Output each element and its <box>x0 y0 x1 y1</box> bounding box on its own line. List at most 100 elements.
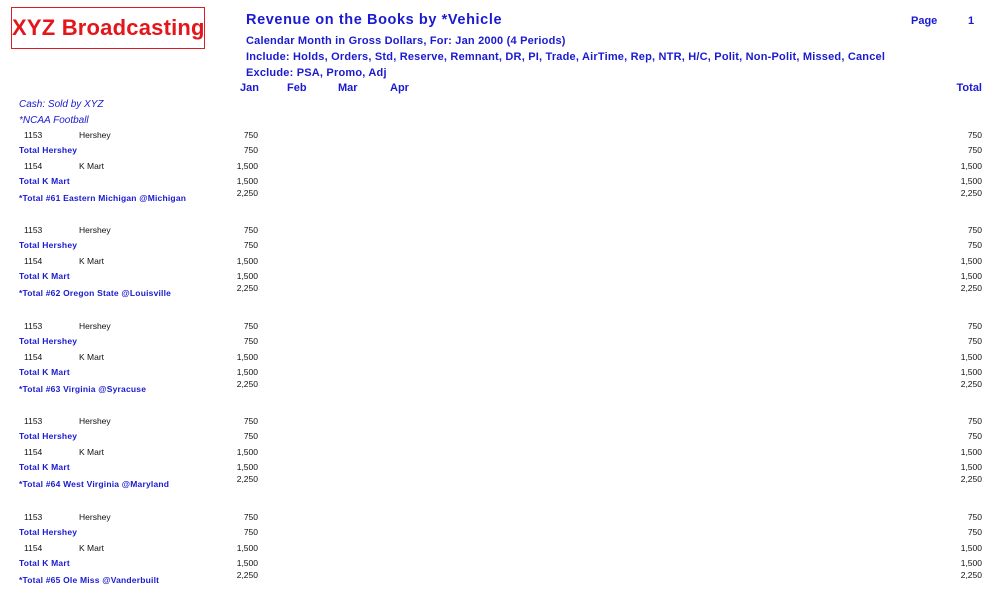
account-number: 1153 <box>24 130 43 140</box>
advertiser-total-row: Total Hershey 750 750 <box>0 431 994 445</box>
total-amount: 750 <box>967 240 982 251</box>
jan-amount: 750 <box>243 416 258 427</box>
advertiser-total-row: Total Hershey 750 750 <box>0 527 994 541</box>
line-item-row: 1154 K Mart 1,500 1,500 <box>0 447 994 461</box>
jan-amount: 750 <box>243 240 258 251</box>
game-total-label: *Total #62 Oregon State @Louisville <box>19 288 172 299</box>
advertiser-name: Hershey <box>79 511 111 522</box>
game-total-row: *Total #61 Eastern Michigan @Michigan 2,2… <box>0 188 994 207</box>
jan-amount: 1,500 <box>236 542 258 553</box>
jan-amount: 2,250 <box>236 188 258 198</box>
jan-amount: 1,500 <box>236 351 258 362</box>
jan-amount: 750 <box>243 145 258 155</box>
sales-category-label: Cash: Sold by XYZ <box>19 99 104 110</box>
company-logo: XYZ Broadcasting <box>11 7 205 49</box>
advertiser-total-row: Total K Mart 1,500 1,500 <box>0 558 994 572</box>
column-header-apr: Apr <box>390 82 409 94</box>
total-amount: 750 <box>967 511 982 522</box>
game-total-label: *Total #64 West Virginia @Maryland <box>19 479 170 490</box>
total-amount: 1,500 <box>960 542 982 553</box>
advertiser-total-label: Total Hershey <box>19 526 78 537</box>
account-number: 1153 <box>24 225 43 236</box>
advertiser-total-row: Total K Mart 1,500 1,500 <box>0 271 994 285</box>
line-item-row: 1153 Hershey 750 750 <box>0 130 994 144</box>
advertiser-total-row: Total K Mart 1,500 1,500 <box>0 462 994 476</box>
total-amount: 2,250 <box>960 283 982 294</box>
advertiser-total-row: Total Hershey 750 750 <box>0 240 994 254</box>
advertiser-total-label: Total Hershey <box>19 240 78 251</box>
line-item-row: 1153 Hershey 750 750 <box>0 321 994 335</box>
total-amount: 1,500 <box>960 271 982 282</box>
jan-amount: 750 <box>243 511 258 522</box>
report-period-line: Calendar Month in Gross Dollars, For: Ja… <box>246 35 566 47</box>
game-total-row: *Total #63 Virginia @Syracuse 2,250 2,250 <box>0 379 994 398</box>
game-total-label: *Total #65 Ole Miss @Vanderbuilt <box>19 574 160 585</box>
jan-amount: 1,500 <box>236 366 258 377</box>
page-label: Page <box>911 15 938 27</box>
jan-amount: 2,250 <box>236 283 258 294</box>
advertiser-name: K Mart <box>79 256 105 267</box>
advertiser-total-row: Total Hershey 750 750 <box>0 145 994 159</box>
account-number: 1154 <box>24 447 43 458</box>
game-total-label: *Total #63 Virginia @Syracuse <box>19 383 147 394</box>
advertiser-total-label: Total K Mart <box>19 462 70 473</box>
advertiser-total-row: Total Hershey 750 750 <box>0 336 994 350</box>
jan-amount: 2,250 <box>236 474 258 485</box>
total-amount: 750 <box>967 320 982 331</box>
total-amount: 1,500 <box>960 351 982 362</box>
advertiser-name: K Mart <box>79 161 105 171</box>
total-amount: 750 <box>967 416 982 427</box>
game-total-row: *Total #65 Ole Miss @Vanderbuilt 2,250 2,2… <box>0 570 994 589</box>
total-amount: 1,500 <box>960 161 982 171</box>
total-amount: 750 <box>967 225 982 236</box>
account-number: 1153 <box>24 320 43 331</box>
total-amount: 750 <box>967 145 982 155</box>
advertiser-name: K Mart <box>79 351 105 362</box>
program-label: *NCAA Football <box>19 115 89 126</box>
jan-amount: 1,500 <box>236 271 258 282</box>
line-item-row: 1153 Hershey 750 750 <box>0 512 994 526</box>
advertiser-name: Hershey <box>79 416 111 427</box>
total-amount: 1,500 <box>960 557 982 568</box>
jan-amount: 1,500 <box>236 176 258 186</box>
total-amount: 2,250 <box>960 188 982 198</box>
jan-amount: 2,250 <box>236 378 258 389</box>
total-amount: 2,250 <box>960 474 982 485</box>
jan-amount: 2,250 <box>236 569 258 580</box>
advertiser-name: Hershey <box>79 225 111 236</box>
jan-amount: 1,500 <box>236 557 258 568</box>
jan-amount: 1,500 <box>236 161 258 171</box>
report-include-line: Include: Holds, Orders, Std, Reserve, Re… <box>246 51 886 63</box>
total-amount: 750 <box>967 335 982 346</box>
jan-amount: 1,500 <box>236 462 258 473</box>
advertiser-total-label: Total Hershey <box>19 145 78 155</box>
advertiser-total-label: Total Hershey <box>19 335 78 346</box>
account-number: 1153 <box>24 511 43 522</box>
advertiser-total-row: Total K Mart 1,500 1,500 <box>0 367 994 381</box>
jan-amount: 1,500 <box>236 256 258 267</box>
jan-amount: 750 <box>243 335 258 346</box>
account-number: 1154 <box>24 161 43 171</box>
total-amount: 1,500 <box>960 447 982 458</box>
total-amount: 1,500 <box>960 366 982 377</box>
jan-amount: 750 <box>243 431 258 442</box>
jan-amount: 750 <box>243 130 258 140</box>
account-number: 1154 <box>24 351 43 362</box>
line-item-row: 1154 K Mart 1,500 1,500 <box>0 256 994 270</box>
total-amount: 1,500 <box>960 256 982 267</box>
total-amount: 750 <box>967 526 982 537</box>
account-number: 1154 <box>24 256 43 267</box>
total-amount: 1,500 <box>960 176 982 186</box>
line-item-row: 1153 Hershey 750 750 <box>0 225 994 239</box>
total-amount: 750 <box>967 130 982 140</box>
total-amount: 2,250 <box>960 378 982 389</box>
advertiser-name: Hershey <box>79 130 111 140</box>
game-total-row: *Total #64 West Virginia @Maryland 2,250 2… <box>0 474 994 493</box>
advertiser-total-label: Total K Mart <box>19 176 70 186</box>
advertiser-total-label: Total Hershey <box>19 431 78 442</box>
total-amount: 1,500 <box>960 462 982 473</box>
advertiser-total-row: Total K Mart 1,500 1,500 <box>0 176 994 190</box>
jan-amount: 1,500 <box>236 447 258 458</box>
advertiser-name: K Mart <box>79 447 105 458</box>
advertiser-total-label: Total K Mart <box>19 271 70 282</box>
